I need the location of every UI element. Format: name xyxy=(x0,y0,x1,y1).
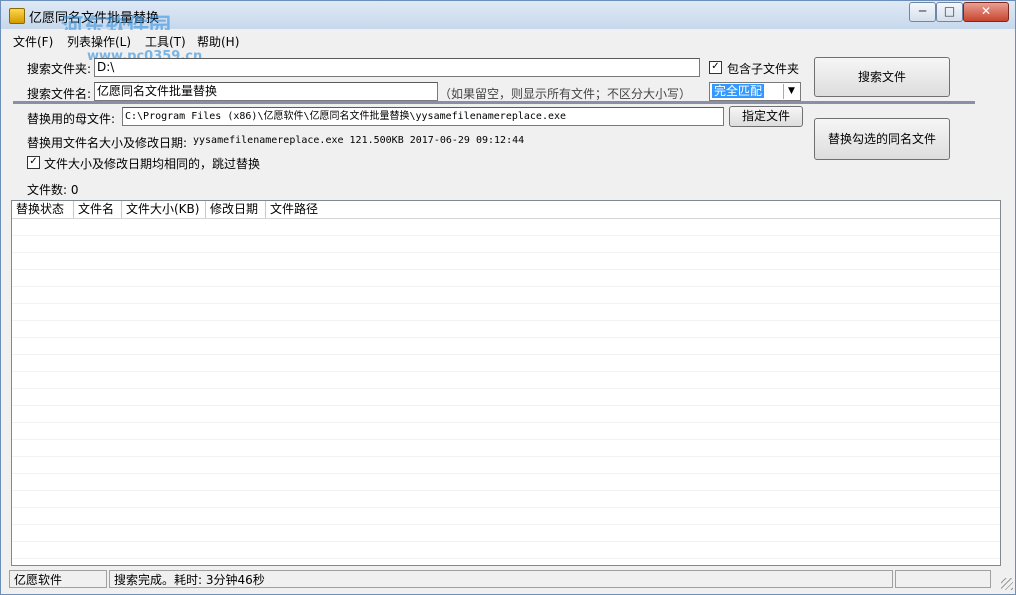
skip-same-label: 文件大小及修改日期均相同的，跳过替换 xyxy=(44,157,261,171)
minimize-button[interactable]: ─ xyxy=(909,2,936,22)
search-files-button[interactable]: 搜索文件 xyxy=(814,57,950,97)
status-company: 亿愿软件 xyxy=(9,570,107,588)
search-name-input[interactable]: 亿愿同名文件批量替换 xyxy=(94,82,438,101)
menu-help[interactable]: 帮助(H) xyxy=(197,33,239,50)
maximize-button[interactable]: □ xyxy=(936,2,963,22)
column-header-filename[interactable]: 文件名 xyxy=(74,201,122,218)
replace-checked-button[interactable]: 替换勾选的同名文件 xyxy=(814,118,950,160)
app-icon xyxy=(9,8,25,24)
source-info-value: yysamefilenamereplace.exe 121.500KB 2017… xyxy=(193,135,525,146)
menu-list-ops[interactable]: 列表操作(L) xyxy=(67,33,131,50)
column-header-status[interactable]: 替换状态 xyxy=(12,201,74,218)
menu-tools[interactable]: 工具(T) xyxy=(145,33,186,50)
divider xyxy=(13,101,975,104)
column-header-date[interactable]: 修改日期 xyxy=(206,201,266,218)
chevron-down-icon[interactable]: ▼ xyxy=(783,84,799,99)
search-name-label: 搜索文件名: xyxy=(27,87,92,101)
status-bar: 亿愿软件 搜索完成。耗时: 3分钟46秒 xyxy=(1,568,1015,592)
source-file-input[interactable]: C:\Program Files (x86)\亿愿软件\亿愿同名文件批量替换\y… xyxy=(122,107,724,126)
search-name-hint: （如果留空，则显示所有文件；不区分大小写） xyxy=(439,87,692,101)
file-count: 文件数: 0 xyxy=(27,183,79,197)
skip-same-checkbox[interactable]: ✓ xyxy=(27,156,40,169)
main-window: 亿愿同名文件批量替换 河东软件园 ─ □ ✕ www.pc0359.cn 文件(… xyxy=(0,0,1016,595)
column-header-size[interactable]: 文件大小(KB) xyxy=(122,201,206,218)
file-list[interactable]: 替换状态 文件名 文件大小(KB) 修改日期 文件路径 xyxy=(11,200,1001,566)
menu-file[interactable]: 文件(F) xyxy=(13,33,53,50)
include-subfolders-label: 包含子文件夹 xyxy=(727,62,800,76)
include-subfolders-checkbox[interactable]: ✓ xyxy=(709,61,722,74)
match-mode-select[interactable]: 完全匹配 ▼ xyxy=(709,82,801,101)
list-body[interactable] xyxy=(12,219,1000,565)
source-info-label: 替换用文件名大小及修改日期: xyxy=(27,136,188,150)
list-header: 替换状态 文件名 文件大小(KB) 修改日期 文件路径 xyxy=(12,201,1000,219)
specify-file-button[interactable]: 指定文件 xyxy=(729,106,803,127)
match-mode-value: 完全匹配 xyxy=(712,84,765,98)
title-bar[interactable]: 亿愿同名文件批量替换 河东软件园 ─ □ ✕ xyxy=(1,1,1015,40)
search-folder-input[interactable]: D:\ xyxy=(94,58,700,77)
resize-grip[interactable] xyxy=(1001,578,1013,590)
menu-bar: 文件(F) 列表操作(L) 工具(T) 帮助(H) xyxy=(1,30,1015,50)
status-extra xyxy=(895,570,991,588)
close-button[interactable]: ✕ xyxy=(963,2,1009,22)
source-file-label: 替换用的母文件: xyxy=(27,112,116,126)
status-message: 搜索完成。耗时: 3分钟46秒 xyxy=(109,570,893,588)
search-folder-label: 搜索文件夹: xyxy=(27,62,92,76)
column-header-path[interactable]: 文件路径 xyxy=(266,201,466,218)
